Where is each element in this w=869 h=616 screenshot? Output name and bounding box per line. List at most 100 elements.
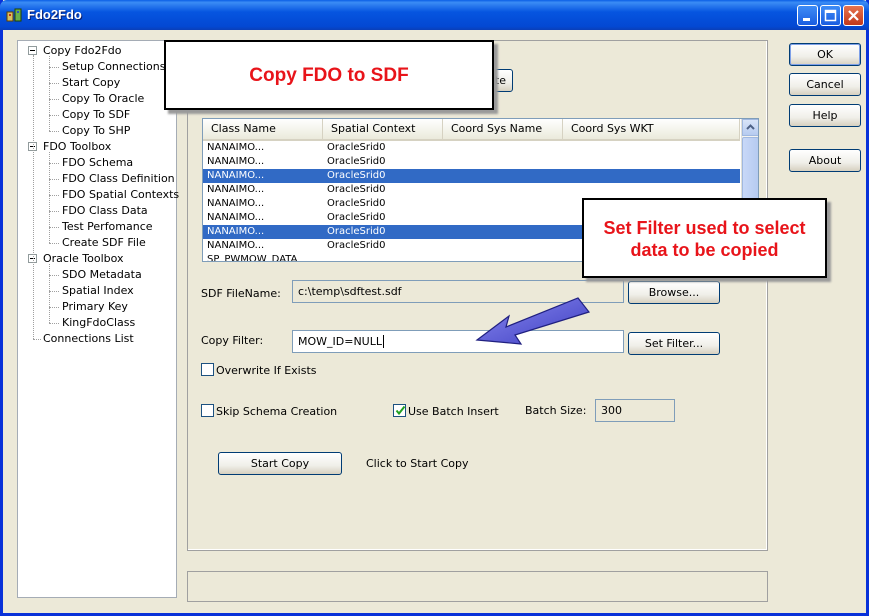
tree-connector [49,275,59,276]
tree-item[interactable]: FDO Class Definition [62,171,175,187]
tree-item[interactable]: Copy Fdo2Fdo [43,43,121,59]
checkmark-icon [395,405,406,416]
grid-cell-spatial-context: OracleSrid0 [327,142,386,153]
copy-filter-value: MOW_ID=NULL [298,335,382,348]
tree-connector [49,211,59,212]
grid-cell-spatial-context: OracleSrid0 [327,184,386,195]
tree-item[interactable]: Oracle Toolbox [43,251,124,267]
skip-schema-checkbox[interactable] [201,404,214,417]
tree-item[interactable]: Connections List [43,331,134,347]
tree-connector [49,163,59,164]
tree-connector [33,339,41,340]
tree-connector [49,307,59,308]
grid-cell-spatial-context: OracleSrid0 [327,212,386,223]
grid-header: Class Name Spatial Context Coord Sys Name C… [203,119,740,141]
tree-item[interactable]: FDO Toolbox [43,139,111,155]
start-copy-hint: Click to Start Copy [366,457,469,470]
grid-row[interactable]: NANAIMO... OracleSrid0 [203,169,740,183]
set-filter-button[interactable]: Set Filter... [628,332,720,355]
grid-column-header[interactable]: Class Name [203,119,323,139]
tree-item[interactable]: Spatial Index [62,283,134,299]
tree-connector [49,323,59,324]
overwrite-checkbox[interactable] [201,363,214,376]
maximize-icon [824,9,837,22]
about-button[interactable]: About [789,149,861,172]
grid-cell-spatial-context: OracleSrid0 [327,156,386,167]
use-batch-checkbox[interactable] [393,404,406,417]
window-title: Fdo2Fdo [27,7,82,22]
start-copy-button[interactable]: Start Copy [218,452,342,475]
tree-connector [49,83,59,84]
grid-cell-class-name: NANAIMO... [207,240,265,251]
grid-cell-class-name: NANAIMO... [207,184,265,195]
tree-connector [49,264,50,323]
grid-cell-spatial-context: OracleSrid0 [327,170,386,181]
filter-callout: Set Filter used to select data to be cop… [582,198,827,278]
cancel-button[interactable]: Cancel [789,73,861,96]
tree-connector [49,152,50,243]
grid-cell-spatial-context: OracleSrid0 [327,226,386,237]
grid-cell-class-name: SP_PWMOW_DATA [207,254,298,262]
tree-item[interactable]: Setup Connections [62,59,166,75]
copy-filter-label: Copy Filter: [201,334,264,347]
batch-size-field[interactable]: 300 [595,399,675,422]
title-callout: Copy FDO to SDF [164,40,494,110]
grid-column-header[interactable]: Spatial Context [323,119,443,139]
grid-column-header[interactable]: Coord Sys WKT [563,119,740,139]
title-bar[interactable]: Fdo2Fdo [0,0,869,30]
tree-item[interactable]: KingFdoClass [62,315,135,331]
tree-item[interactable]: Copy To SHP [62,123,130,139]
tree-item[interactable]: Test Perfomance [62,219,153,235]
tree-connector [49,227,59,228]
grid-cell-class-name: NANAIMO... [207,142,265,153]
sdf-filename-label: SDF FileName: [201,287,281,300]
maximize-button[interactable] [820,5,841,26]
tree-connector [49,291,59,292]
tree-item[interactable]: FDO Schema [62,155,133,171]
tree-item[interactable]: Copy To Oracle [62,91,144,107]
scroll-up-button[interactable] [742,119,758,136]
batch-size-label: Batch Size: [525,404,587,417]
grid-cell-spatial-context: OracleSrid0 [327,240,386,251]
filter-callout-line-2: data to be copied [630,240,779,260]
tree-connector [49,56,50,131]
collapse-icon[interactable] [28,46,37,55]
help-button[interactable]: Help [789,104,861,127]
grid-cell-class-name: NANAIMO... [207,226,265,237]
close-icon [848,10,859,21]
grid-cell-class-name: NANAIMO... [207,212,265,223]
browse-button[interactable]: Browse... [628,281,720,304]
tree-connector [49,179,59,180]
tree-connector [49,67,59,68]
tree-item[interactable]: FDO Spatial Contexts [62,187,179,203]
tree-connector [49,99,59,100]
tree-item[interactable]: Start Copy [62,75,120,91]
tree-item[interactable]: Primary Key [62,299,128,315]
grid-row[interactable]: NANAIMO... OracleSrid0 [203,155,740,169]
navigation-tree[interactable]: Copy Fdo2Fdo Setup Connections Start Copy C… [17,40,179,598]
minimize-icon [803,18,810,21]
tree-item[interactable]: Copy To SDF [62,107,130,123]
skip-schema-label: Skip Schema Creation [216,405,338,418]
grid-row[interactable]: NANAIMO... OracleSrid0 [203,183,740,197]
minimize-button[interactable] [797,5,818,26]
app-icon [6,8,22,22]
grid-row[interactable]: NANAIMO... OracleSrid0 [203,141,740,155]
overwrite-label: Overwrite If Exists [216,364,317,377]
tree-item[interactable]: FDO Class Data [62,203,148,219]
app-window: Fdo2Fdo Copy Fdo2Fdo Setup Connections Sta… [0,0,869,616]
tree-connector [33,55,34,339]
chevron-up-icon [746,124,755,130]
grid-cell-class-name: NANAIMO... [207,170,265,181]
grid-cell-class-name: NANAIMO... [207,198,265,209]
use-batch-label: Use Batch Insert [408,405,499,418]
filter-callout-line-1: Set Filter used to select [603,218,806,238]
grid-cell-class-name: NANAIMO... [207,156,265,167]
tree-item[interactable]: Create SDF File [62,235,146,251]
close-button[interactable] [843,5,864,26]
ok-button[interactable]: OK [789,43,861,66]
tree-item[interactable]: SDO Metadata [62,267,142,283]
tree-connector [49,195,59,196]
grid-column-header[interactable]: Coord Sys Name [443,119,563,139]
grid-cell-spatial-context: OracleSrid0 [327,198,386,209]
